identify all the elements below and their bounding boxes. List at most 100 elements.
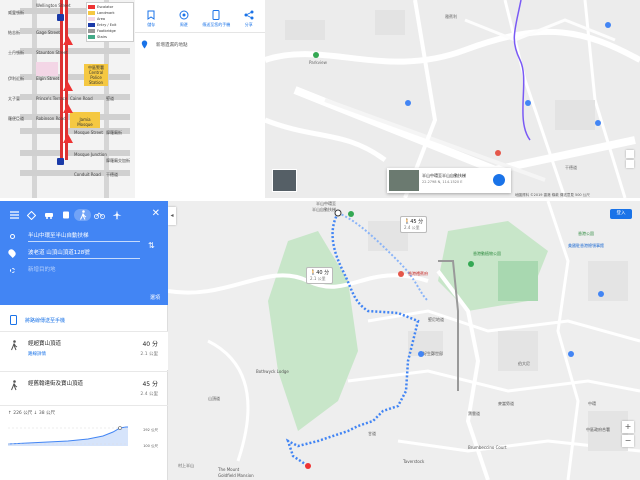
legend-swatch (88, 23, 95, 27)
park-poi-icon[interactable] (313, 52, 319, 58)
street-label: 堅道 (106, 96, 114, 101)
add-missing-place-button[interactable]: 新增遺漏的地點 (141, 40, 188, 49)
street-label: Staunton Street (36, 50, 68, 55)
mode-transit-button[interactable] (57, 209, 74, 221)
origin-row: 半山中環至半山自動扶梯 (10, 231, 140, 243)
map-zoom-controls: + − (622, 421, 634, 449)
add-destination-row: 新增目的地 (10, 265, 140, 277)
street-label: Gage Street (36, 30, 60, 35)
zoom-in-button[interactable] (626, 150, 634, 158)
map-label: 香港禮賓府 (408, 271, 428, 276)
mode-driving-button[interactable] (40, 209, 57, 221)
street-label: Mosque Junction (74, 152, 107, 157)
walking-icon (79, 210, 86, 220)
entry-marker-icon (57, 14, 64, 21)
add-missing-place-label: 新增遺漏的地點 (156, 42, 188, 48)
directions-icon[interactable] (493, 174, 505, 186)
bubble-time-row: 🚶 40 分 (310, 269, 330, 277)
send-directions-to-phone-button[interactable]: 將路線傳送至手機 (10, 315, 65, 325)
street-label: Elgin Street (36, 76, 60, 81)
park-poi-icon[interactable] (468, 261, 474, 267)
origin-input[interactable]: 半山中環至半山自動扶梯 (28, 231, 140, 242)
map-label: 香港公園 (578, 231, 594, 236)
destination-input[interactable]: 波老道 山頂山頂道128號 (28, 248, 140, 259)
route-map[interactable]: ◂ 🚶 45 分 2.4 公里 🚶 40 分 2.1 公里 半山中環至 半山自動扶梯… (168, 201, 640, 480)
route-bubble-1[interactable]: 🚶 40 分 2.1 公里 (306, 267, 334, 284)
transit-icon (62, 211, 69, 218)
share-button[interactable]: 分享 (235, 10, 263, 28)
place-info-panel: 儲存 周邊 傳送至您的手機 分享 新增遺漏的地點 (135, 0, 265, 198)
legend-row: Stairs (88, 34, 132, 40)
street-view-thumbnail[interactable] (272, 169, 297, 192)
destination-row: 波老道 山頂山頂道128號 (7, 248, 140, 260)
map-label: 中環 (588, 401, 596, 406)
add-destination-icon (10, 268, 15, 273)
elevation-min: 100 公尺 (143, 444, 158, 448)
diagram-legend: Escalator Landmark Area Entry / Exit Foo… (86, 2, 134, 42)
warning-icon (63, 104, 73, 113)
mode-flight-button[interactable] (108, 209, 125, 221)
street-view-title: 半山中環至半山自動扶梯 (422, 173, 466, 178)
zoom-out-button[interactable]: − (622, 435, 634, 447)
place-poi-icon[interactable] (605, 22, 611, 28)
landmark-police-station: 中區警署 Central Police Station (84, 64, 108, 86)
share-label: 分享 (244, 22, 253, 27)
elevation-chart (8, 426, 128, 446)
zoom-in-button[interactable]: + (622, 421, 634, 433)
send-to-phone-button[interactable]: 傳送至您的手機 (202, 10, 230, 28)
mode-cycling-button[interactable] (91, 209, 108, 221)
map-label: Taverstock (403, 459, 425, 464)
menu-button[interactable] (6, 209, 23, 221)
bookmark-icon (147, 10, 155, 20)
swap-endpoints-button[interactable]: ⇅ (148, 241, 155, 250)
mode-walking-button[interactable] (74, 209, 91, 221)
street-label: 威靈頓街 (8, 10, 24, 15)
mode-best-button[interactable] (23, 209, 40, 221)
street-view-card[interactable]: 半山中環至半山自動扶梯 22.2798 N, 114.1520 E (387, 168, 511, 193)
collapse-panel-button[interactable]: ◂ (168, 207, 176, 225)
map-label: 甘道 (368, 431, 376, 436)
add-place-icon (141, 40, 148, 49)
street-label: 摩羅廟交加街 (106, 158, 130, 163)
route-details-link[interactable]: 路線詳情 (28, 351, 46, 357)
route-distance: 2.1 公里 (140, 352, 158, 357)
share-icon (244, 10, 254, 20)
map-label: 伯大尼 (518, 361, 530, 366)
street-view-preview (389, 170, 419, 191)
park-poi-icon[interactable] (348, 211, 354, 217)
save-label: 儲存 (147, 22, 156, 27)
route-bubble-2[interactable]: 🚶 45 分 2.4 公里 (400, 216, 428, 233)
legend-label: Escalator (97, 5, 114, 9)
overview-map[interactable]: 雅賓利 Parkview 干德道 半山中環至半山自動扶梯 22.2798 N, … (265, 0, 640, 198)
food-poi-icon[interactable] (495, 150, 501, 156)
plus-icon: + (624, 422, 632, 431)
close-directions-button[interactable]: ✕ (152, 209, 160, 219)
place-poi-icon[interactable] (598, 291, 604, 297)
street-label: Caine Road (70, 96, 93, 101)
place-poi-icon[interactable] (595, 120, 601, 126)
escalator-route-diagram: 威靈頓街 Wellington Street 結志街 Gage Street 士… (0, 0, 135, 198)
bubble-distance: 2.1 公里 (310, 276, 326, 281)
route-option-1[interactable]: 經超寶山頂道 路線詳情 40 分 2.1 公里 (0, 332, 168, 370)
place-poi-icon[interactable] (525, 100, 531, 106)
bubble-time: 40 分 (316, 270, 330, 276)
map-label: Bothwyck Lodge (256, 369, 289, 374)
street-label: 結志街 (8, 30, 20, 35)
legend-swatch (88, 5, 95, 9)
options-button[interactable]: 選項 (150, 294, 160, 301)
destination-pin-icon (7, 248, 17, 258)
sign-in-button[interactable]: 登入 (610, 209, 632, 219)
route-name: 經舊翰達街及寶山頂道 (28, 381, 84, 387)
street-label: Robinson Road (36, 116, 66, 121)
warning-icon (63, 36, 73, 45)
place-poi-icon[interactable] (418, 351, 424, 357)
landmark-poi-icon[interactable] (398, 271, 404, 277)
send-to-phone-label: 傳送至您的手機 (202, 22, 231, 27)
add-destination-button[interactable]: 新增目的地 (28, 265, 140, 276)
place-poi-icon[interactable] (568, 351, 574, 357)
place-poi-icon[interactable] (405, 100, 411, 106)
bubble-time: 45 分 (410, 219, 424, 225)
nearby-button[interactable]: 周邊 (170, 10, 198, 28)
zoom-out-button[interactable] (626, 160, 634, 168)
save-button[interactable]: 儲存 (137, 10, 165, 28)
